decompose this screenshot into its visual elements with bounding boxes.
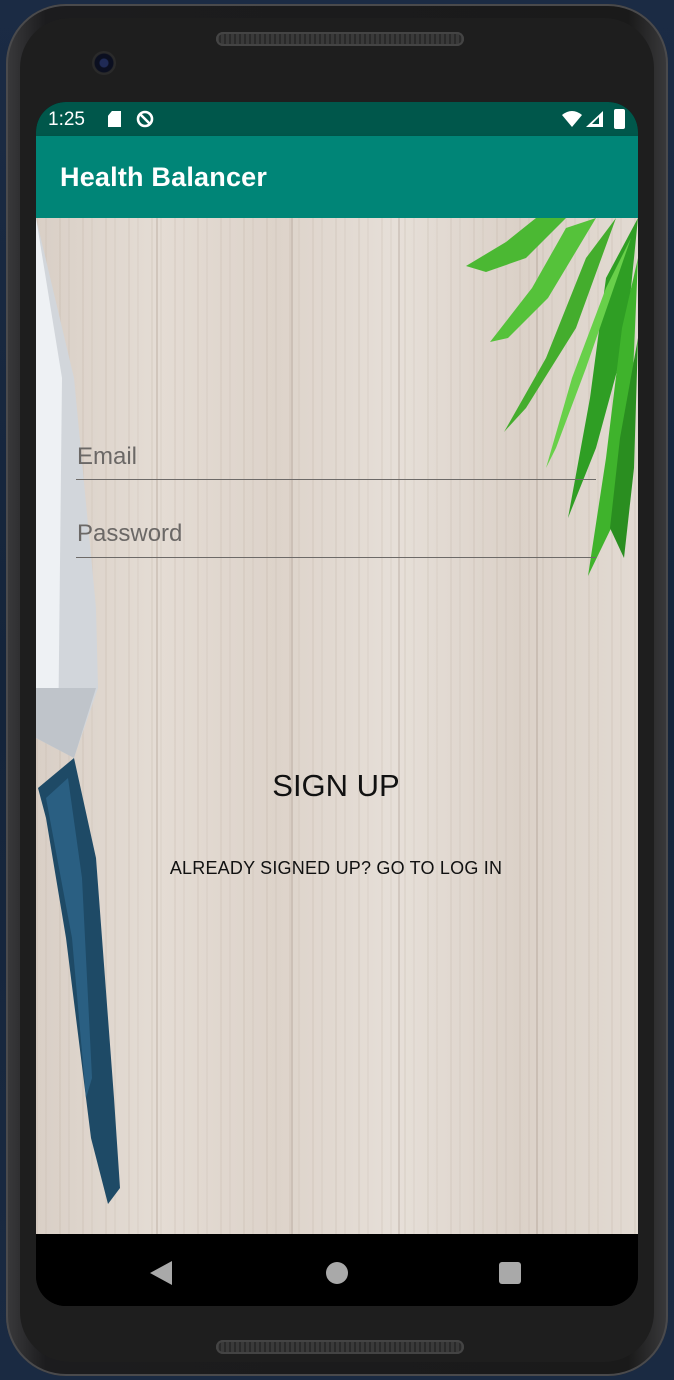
front-camera-icon — [92, 51, 116, 75]
status-time: 1:25 — [48, 109, 85, 130]
password-field[interactable] — [76, 516, 596, 558]
status-bar: 1:25 — [36, 102, 638, 136]
app-toolbar: Health Balancer — [36, 136, 638, 218]
sign-up-button[interactable]: SIGN UP — [196, 758, 476, 814]
earpiece-speaker — [216, 32, 464, 46]
signal-icon — [586, 111, 603, 127]
recents-icon[interactable] — [499, 1262, 521, 1284]
home-icon[interactable] — [326, 1262, 348, 1284]
signup-screen: SIGN UP ALREADY SIGNED UP? GO TO LOG IN — [36, 218, 638, 1234]
email-field[interactable] — [76, 440, 596, 480]
device-screen: 1:25 Health Balancer Email SIGN UP ALREA… — [36, 102, 638, 1306]
system-navigation-bar — [36, 1234, 638, 1306]
blocked-icon — [136, 110, 154, 128]
battery-icon — [614, 109, 625, 129]
wifi-icon — [562, 111, 582, 127]
wood-plank-seam — [398, 218, 400, 1234]
knife-background-image — [36, 218, 120, 1204]
sd-card-icon — [108, 111, 121, 127]
app-title: Health Balancer — [60, 162, 268, 192]
go-to-login-link[interactable]: ALREADY SIGNED UP? GO TO LOG IN — [96, 854, 576, 882]
wood-plank-seam — [291, 218, 293, 1234]
back-icon[interactable] — [150, 1261, 172, 1285]
bottom-speaker — [216, 1340, 464, 1354]
